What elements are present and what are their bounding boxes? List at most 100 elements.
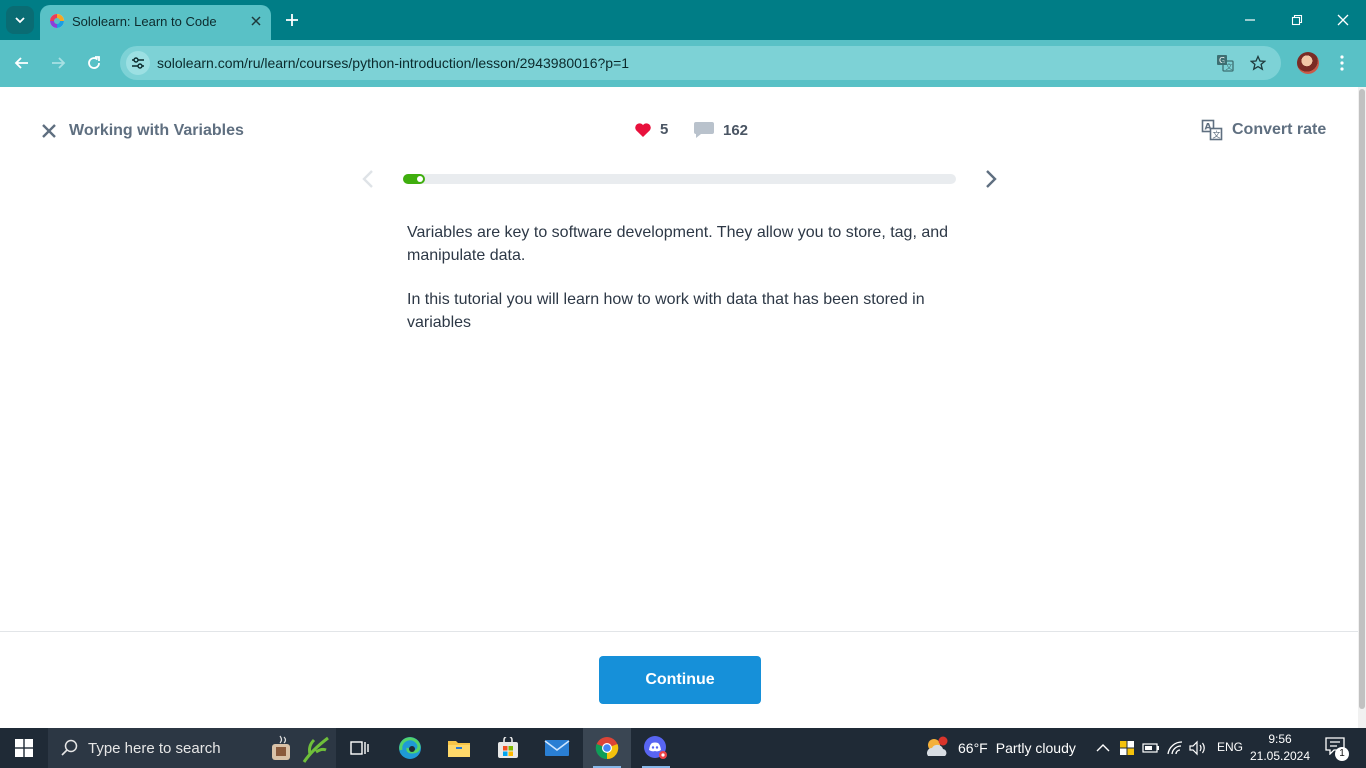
chevron-right-icon — [986, 170, 997, 188]
taskbar-search-box[interactable]: Type here to search — [48, 728, 336, 768]
minimize-button[interactable] — [1238, 8, 1262, 32]
forward-button[interactable] — [46, 51, 70, 75]
discord-icon — [644, 736, 667, 759]
profile-avatar[interactable] — [1297, 52, 1319, 74]
input-language[interactable]: ENG — [1217, 740, 1243, 754]
weather-widget[interactable]: 66°F Partly cloudy — [924, 728, 1076, 768]
restore-icon — [1291, 14, 1303, 26]
search-highlight-icon — [272, 735, 329, 763]
show-hidden-icons-button[interactable] — [1093, 738, 1113, 758]
lesson-paragraph: Variables are key to software developmen… — [407, 224, 949, 264]
chevron-left-icon — [362, 170, 373, 188]
battery-icon — [1142, 743, 1159, 753]
chevron-down-icon — [15, 17, 25, 24]
store-icon — [498, 737, 518, 758]
heart-icon — [635, 122, 651, 137]
clock-date: 21.05.2024 — [1249, 749, 1311, 763]
taskbar-mail[interactable] — [533, 728, 581, 768]
chevron-up-icon — [1096, 744, 1110, 752]
weather-temp: 66°F — [958, 740, 988, 756]
more-vert-icon — [1340, 55, 1344, 71]
browser-menu-button[interactable] — [1332, 52, 1352, 74]
folder-icon — [448, 741, 470, 757]
mail-icon — [544, 740, 570, 756]
plus-icon — [286, 14, 298, 26]
likes-button[interactable]: 5 — [634, 121, 668, 138]
previous-page-button[interactable] — [358, 167, 378, 191]
lesson-title: Working with Variables — [69, 122, 244, 139]
translate-button[interactable]: G文 — [1214, 52, 1236, 74]
taskbar-edge[interactable] — [386, 728, 434, 768]
svg-text:文: 文 — [1213, 130, 1221, 140]
clock-time: 9:56 — [1268, 732, 1292, 746]
minimize-icon — [1245, 19, 1255, 21]
chrome-icon — [595, 737, 619, 760]
footer-divider — [0, 631, 1358, 632]
convert-rate-label: Convert rate — [1232, 121, 1327, 138]
lesson-progress-bar — [403, 174, 956, 184]
partly-cloudy-icon — [927, 736, 948, 756]
address-bar[interactable]: sololearn.com/ru/learn/courses/python-in… — [120, 46, 1281, 80]
speaker-icon — [1189, 740, 1205, 756]
comments-button[interactable]: 162 — [693, 121, 748, 139]
defender-tray-icon[interactable] — [1117, 738, 1137, 758]
task-view-button[interactable] — [336, 728, 384, 768]
close-window-button[interactable] — [1331, 8, 1355, 32]
tab-close-button[interactable] — [247, 12, 265, 30]
notifications-button[interactable]: 1 — [1325, 737, 1349, 761]
notification-badge: 1 — [1335, 747, 1349, 761]
next-page-button[interactable] — [981, 167, 1001, 191]
taskbar-discord[interactable] — [632, 728, 680, 768]
page-scrollbar[interactable] — [1358, 87, 1366, 728]
translate-icon: A文 — [1201, 119, 1223, 141]
taskbar-file-explorer[interactable] — [435, 728, 483, 768]
weather-condition: Partly cloudy — [995, 740, 1076, 756]
comments-count: 162 — [723, 121, 749, 139]
taskbar-chrome[interactable] — [583, 728, 631, 768]
search-placeholder: Type here to search — [88, 740, 221, 757]
new-tab-button[interactable] — [281, 9, 303, 31]
edge-icon — [399, 737, 421, 759]
close-icon — [251, 16, 261, 26]
bookmark-button[interactable] — [1247, 52, 1269, 74]
volume-tray-icon[interactable] — [1188, 738, 1208, 758]
translate-icon: G文 — [1217, 55, 1234, 72]
close-lesson-button[interactable] — [38, 120, 60, 142]
network-tray-icon[interactable] — [1165, 738, 1185, 758]
search-icon — [61, 739, 78, 756]
url-text: sololearn.com/ru/learn/courses/python-in… — [157, 55, 630, 71]
star-icon — [1250, 55, 1266, 71]
wifi-icon — [1167, 741, 1183, 755]
taskbar-store[interactable] — [484, 728, 532, 768]
back-button[interactable] — [10, 51, 34, 75]
sololearn-logo-icon — [50, 14, 64, 28]
likes-count: 5 — [660, 121, 669, 138]
lesson-body: Variables are key to software developmen… — [407, 222, 967, 334]
task-view-icon — [350, 741, 369, 755]
convert-rate-button[interactable]: A文 Convert rate — [1201, 119, 1326, 141]
start-button[interactable] — [0, 728, 48, 768]
browser-tabstrip: Sololearn: Learn to Code — [0, 0, 1366, 40]
close-icon — [1337, 14, 1349, 26]
windows-logo-icon — [15, 739, 33, 757]
tab-search-button[interactable] — [6, 6, 34, 34]
lesson-page: Working with Variables 5 162 A文 Convert … — [0, 87, 1358, 728]
active-tab[interactable]: Sololearn: Learn to Code — [40, 5, 271, 40]
windows-taskbar: Type here to search 66°F Partly cloudy E… — [0, 728, 1366, 768]
close-icon — [42, 124, 56, 138]
restore-button[interactable] — [1285, 8, 1309, 32]
site-info-button[interactable] — [126, 51, 150, 75]
arrow-left-icon — [14, 57, 28, 69]
clock[interactable]: 9:56 21.05.2024 — [1246, 731, 1314, 765]
shield-warning-icon — [1120, 741, 1134, 755]
scrollbar-thumb[interactable] — [1359, 89, 1365, 709]
svg-text:文: 文 — [1226, 62, 1233, 71]
arrow-right-icon — [52, 57, 66, 69]
battery-tray-icon[interactable] — [1141, 738, 1161, 758]
tab-title: Sololearn: Learn to Code — [72, 14, 217, 29]
continue-button[interactable]: Continue — [599, 656, 761, 704]
reload-button[interactable] — [82, 51, 106, 75]
comment-icon — [694, 122, 714, 138]
reload-icon — [88, 56, 100, 69]
tune-icon — [132, 57, 144, 69]
